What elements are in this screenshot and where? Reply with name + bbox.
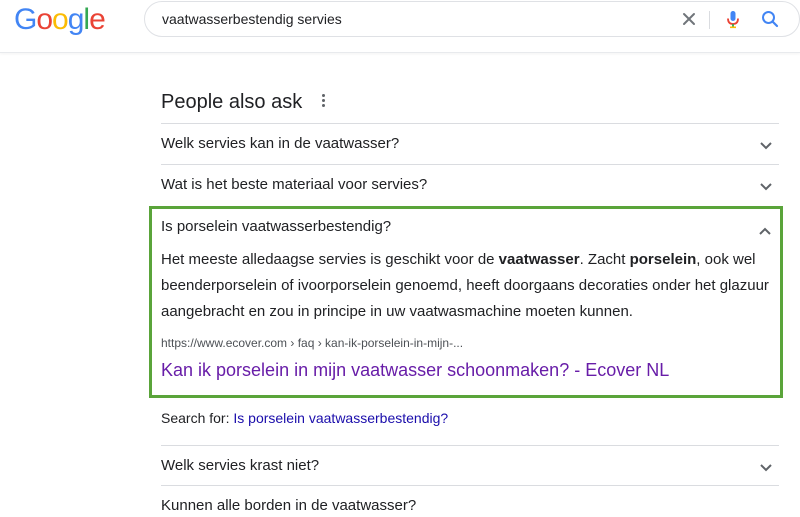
logo-letter: g xyxy=(67,3,85,36)
paa-question[interactable]: Kunnen alle borden in de vaatwasser? xyxy=(161,485,779,517)
paa-question[interactable]: Welk servies kan in de vaatwasser? xyxy=(161,123,779,164)
chevron-down-icon[interactable] xyxy=(759,138,773,150)
answer-snippet: Het meeste alledaagse servies is geschik… xyxy=(161,247,773,325)
logo-letter: e xyxy=(89,3,106,36)
chevron-up-icon[interactable] xyxy=(758,223,772,235)
mic-icon[interactable] xyxy=(722,8,744,30)
close-icon[interactable] xyxy=(678,8,700,30)
source-url[interactable]: https://www.ecover.com › faq › kan-ik-po… xyxy=(161,336,463,350)
paa-expanded-answer: Is porselein vaatwasserbestendig? Het me… xyxy=(149,206,783,398)
chevron-down-icon[interactable] xyxy=(759,179,773,191)
search-input[interactable]: vaatwasserbestendig servies xyxy=(162,11,342,27)
search-box[interactable]: vaatwasserbestendig servies xyxy=(144,1,800,37)
paa-question[interactable]: Wat is het beste materiaal voor servies? xyxy=(161,164,779,205)
answer-highlight: porselein xyxy=(629,251,697,268)
divider xyxy=(709,11,710,29)
search-icon[interactable] xyxy=(759,8,781,30)
logo-letter: G xyxy=(14,3,37,36)
search-for-label: Search for: xyxy=(161,410,234,426)
paa-question-text: Welk servies kan in de vaatwasser? xyxy=(161,135,400,152)
answer-text: . Zacht xyxy=(579,251,630,268)
source-title-link[interactable]: Kan ik porselein in mijn vaatwasser scho… xyxy=(161,360,669,381)
google-logo[interactable]: Google xyxy=(14,3,106,36)
chevron-down-icon[interactable] xyxy=(759,460,773,472)
more-options-icon[interactable] xyxy=(317,92,329,112)
answer-text: Het meeste alledaagse servies is geschik… xyxy=(161,251,499,268)
paa-question-text[interactable]: Is porselein vaatwasserbestendig? xyxy=(161,218,391,235)
answer-highlight: vaatwasser xyxy=(498,251,580,268)
paa-question-text: Kunnen alle borden in de vaatwasser? xyxy=(161,497,417,514)
logo-letter: o xyxy=(36,3,53,36)
logo-letter: o xyxy=(52,3,69,36)
search-for: Search for: Is porselein vaatwasserbeste… xyxy=(161,410,448,426)
paa-title: People also ask xyxy=(161,91,303,113)
header: Google vaatwasserbestendig servies xyxy=(0,0,800,53)
paa-question-text: Welk servies krast niet? xyxy=(161,457,320,474)
search-for-link[interactable]: Is porselein vaatwasserbestendig? xyxy=(233,410,448,426)
paa-question-text: Wat is het beste materiaal voor servies? xyxy=(161,176,428,193)
paa-question[interactable]: Welk servies krast niet? xyxy=(161,445,779,485)
